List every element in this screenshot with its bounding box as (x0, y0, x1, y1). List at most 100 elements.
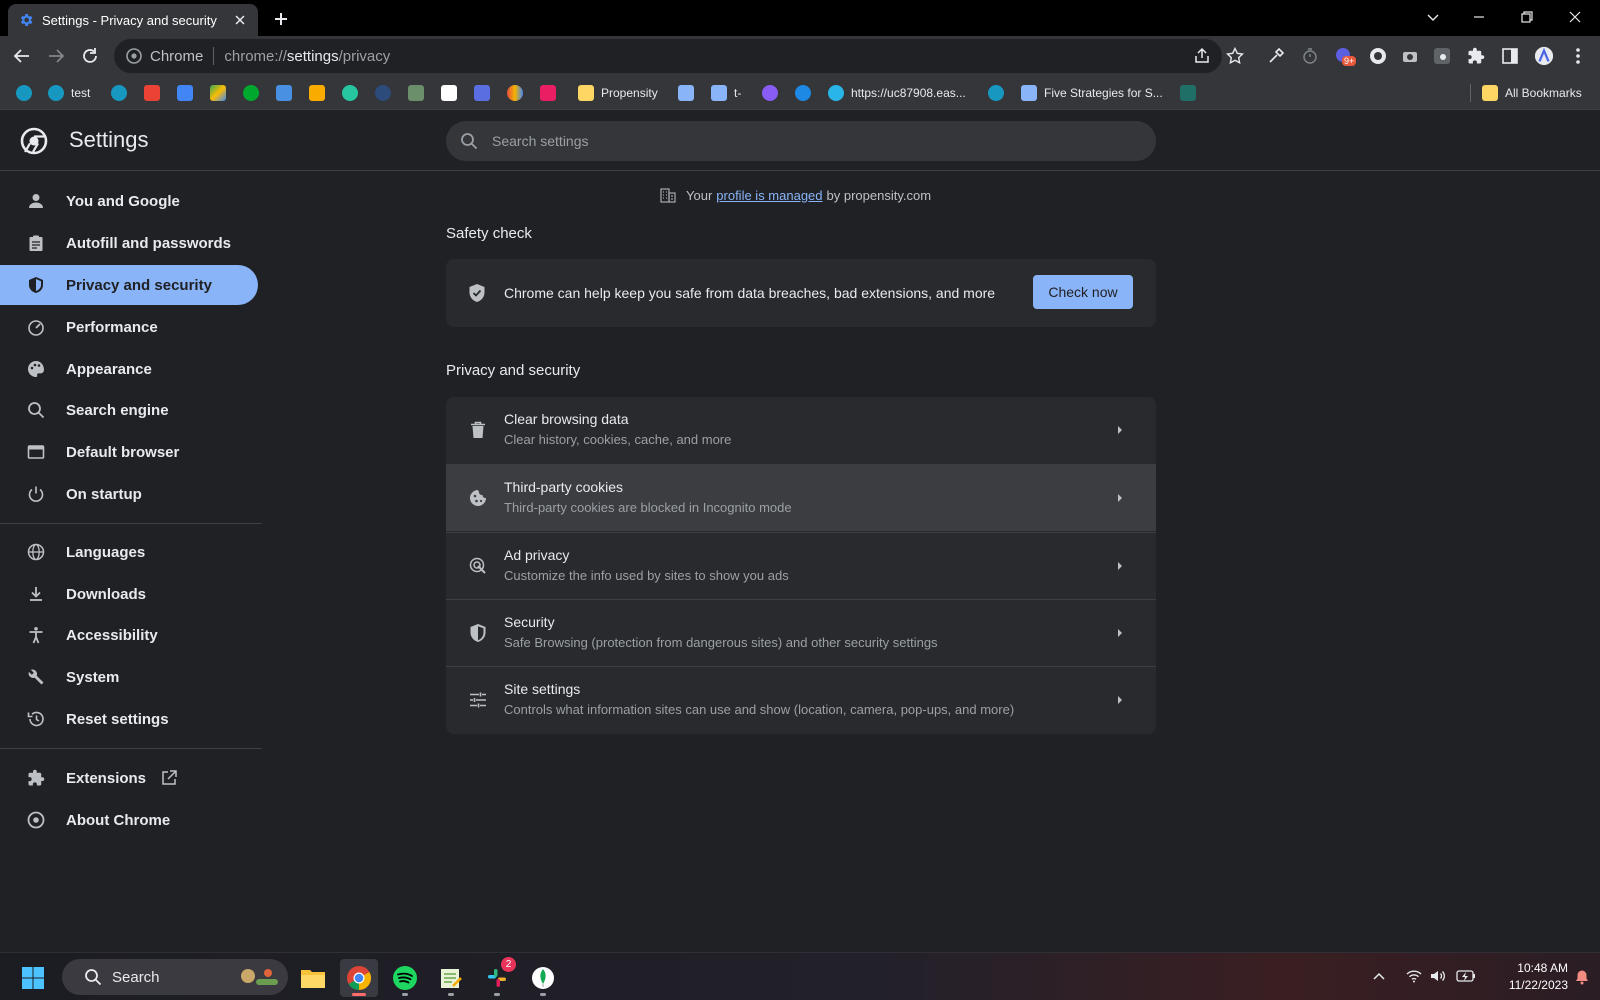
taskbar-spotify[interactable] (386, 959, 424, 997)
sidebar-item-accessibility[interactable]: Accessibility (0, 615, 258, 655)
row-third-party-cookies[interactable]: Third-party cookies Third-party cookies … (446, 464, 1156, 531)
notification-bell-icon[interactable] (1574, 969, 1590, 985)
taskbar-search[interactable]: Search (62, 959, 288, 995)
drive-icon (210, 85, 226, 101)
row-site-settings[interactable]: Site settings Controls what information … (446, 666, 1156, 733)
bookmark-item[interactable] (177, 84, 193, 102)
sidebar-item-you-and-google[interactable]: You and Google (0, 181, 258, 221)
address-bar[interactable]: Chrome chrome://settings/privacy (114, 39, 1222, 73)
new-tab-button[interactable] (268, 6, 294, 32)
bookmark-item[interactable] (678, 84, 694, 102)
leaf-icon (531, 966, 555, 990)
close-tab-icon[interactable] (232, 12, 248, 28)
chevron-right-icon (1116, 694, 1124, 706)
bookmark-item[interactable] (1180, 84, 1196, 102)
chevron-right-icon (1116, 424, 1124, 436)
sidebar-item-privacy[interactable]: Privacy and security (0, 265, 258, 305)
eyedropper-icon[interactable] (1266, 46, 1286, 66)
sidebar-item-appearance[interactable]: Appearance (0, 349, 258, 389)
sidebar-item-search-engine[interactable]: Search engine (0, 390, 258, 430)
browser-tab[interactable]: Settings - Privacy and security (8, 4, 258, 36)
sidebar-item-downloads[interactable]: Downloads (0, 574, 258, 614)
close-window-button[interactable] (1552, 0, 1598, 34)
bookmark-item[interactable] (16, 84, 39, 102)
all-bookmarks-button[interactable]: All Bookmarks (1482, 84, 1582, 102)
wifi-icon[interactable] (1406, 969, 1422, 983)
bookmark-item[interactable] (210, 84, 226, 102)
bookmark-item[interactable] (408, 84, 424, 102)
share-icon[interactable] (1192, 46, 1212, 66)
grammarly-icon[interactable] (1368, 46, 1388, 66)
taskbar-notes-app[interactable] (432, 959, 470, 997)
salesforce-cloud-icon (48, 85, 64, 101)
sidebar-item-about-chrome[interactable]: About Chrome (0, 800, 258, 840)
taskbar-file-explorer[interactable] (294, 959, 332, 997)
bookmark-item[interactable]: Propensity (578, 84, 658, 102)
search-input[interactable] (492, 133, 1092, 149)
battery-charging-icon[interactable] (1456, 969, 1476, 983)
chevron-up-icon[interactable] (1372, 969, 1386, 983)
windows-start-icon[interactable] (14, 959, 52, 997)
sidebar-item-extensions[interactable]: Extensions (0, 758, 258, 798)
building-icon (660, 187, 676, 203)
bookmark-item[interactable] (375, 84, 391, 102)
sidebar-item-system[interactable]: System (0, 657, 258, 697)
bookmark-item[interactable] (988, 84, 1004, 102)
restore-button[interactable] (1504, 0, 1550, 34)
bookmark-item[interactable] (276, 84, 292, 102)
sidebar-item-performance[interactable]: Performance (0, 307, 258, 347)
bookmark-item[interactable]: https://uc87908.eas... (828, 84, 966, 102)
sidebar-item-autofill[interactable]: Autofill and passwords (0, 223, 258, 263)
bookmark-item[interactable] (441, 84, 457, 102)
g-logo-icon (441, 85, 457, 101)
sidebar-item-reset-settings[interactable]: Reset settings (0, 699, 258, 739)
camera-icon[interactable] (1400, 46, 1420, 66)
a-logo-icon (276, 85, 292, 101)
taskbar-chrome[interactable] (340, 959, 378, 997)
check-now-button[interactable]: Check now (1033, 275, 1133, 309)
hubspot-icon[interactable] (1432, 46, 1452, 66)
profile-managed-link[interactable]: profile is managed (716, 188, 822, 203)
system-clock[interactable]: 10:48 AM 11/22/2023 (1488, 960, 1568, 994)
bookmark-item[interactable] (762, 84, 778, 102)
privacy-section-title: Privacy and security (446, 362, 581, 379)
tab-search-button[interactable] (1410, 0, 1456, 34)
side-panel-icon[interactable] (1500, 46, 1520, 66)
bookmark-item[interactable] (540, 84, 556, 102)
profile-avatar[interactable] (1534, 46, 1554, 66)
extension-badge-icon[interactable]: 9+ (1334, 46, 1357, 66)
speedometer-icon (26, 317, 46, 337)
taskbar-slack[interactable]: 2 (478, 957, 516, 997)
bookmark-item[interactable]: test (48, 84, 90, 102)
timer-icon[interactable] (1300, 46, 1320, 66)
bookmark-item[interactable] (144, 84, 160, 102)
volume-icon[interactable] (1430, 969, 1446, 983)
sidebar-item-default-browser[interactable]: Default browser (0, 432, 258, 472)
bookmark-item[interactable] (342, 84, 358, 102)
minimize-button[interactable] (1456, 0, 1502, 34)
gmail-icon (144, 85, 160, 101)
bookmark-item[interactable]: t- (711, 84, 741, 102)
reload-icon[interactable] (80, 46, 100, 66)
bookmark-item[interactable] (474, 84, 490, 102)
taskbar-mongodb[interactable] (524, 959, 562, 997)
bookmark-item[interactable] (309, 84, 325, 102)
bookmark-item[interactable] (795, 84, 811, 102)
back-arrow-icon[interactable] (12, 46, 32, 66)
bookmark-item[interactable]: Five Strategies for S... (1021, 84, 1163, 102)
bookmark-item[interactable] (243, 84, 259, 102)
puzzle-icon[interactable] (1466, 46, 1486, 66)
sidebar-item-languages[interactable]: Languages (0, 532, 258, 572)
row-ad-privacy[interactable]: Ad privacy Customize the info used by si… (446, 532, 1156, 599)
bookmark-item[interactable] (111, 84, 127, 102)
settings-search[interactable] (446, 121, 1156, 161)
spotify-icon (392, 965, 418, 991)
menu-dots-icon[interactable] (1568, 46, 1588, 66)
row-security[interactable]: Security Safe Browsing (protection from … (446, 599, 1156, 666)
search-icon (460, 132, 478, 150)
bookmark-item[interactable] (507, 84, 523, 102)
row-clear-browsing-data[interactable]: Clear browsing data Clear history, cooki… (446, 397, 1156, 464)
sidebar-item-on-startup[interactable]: On startup (0, 474, 258, 514)
forward-arrow-icon[interactable] (46, 46, 66, 66)
star-icon[interactable] (1225, 46, 1245, 66)
